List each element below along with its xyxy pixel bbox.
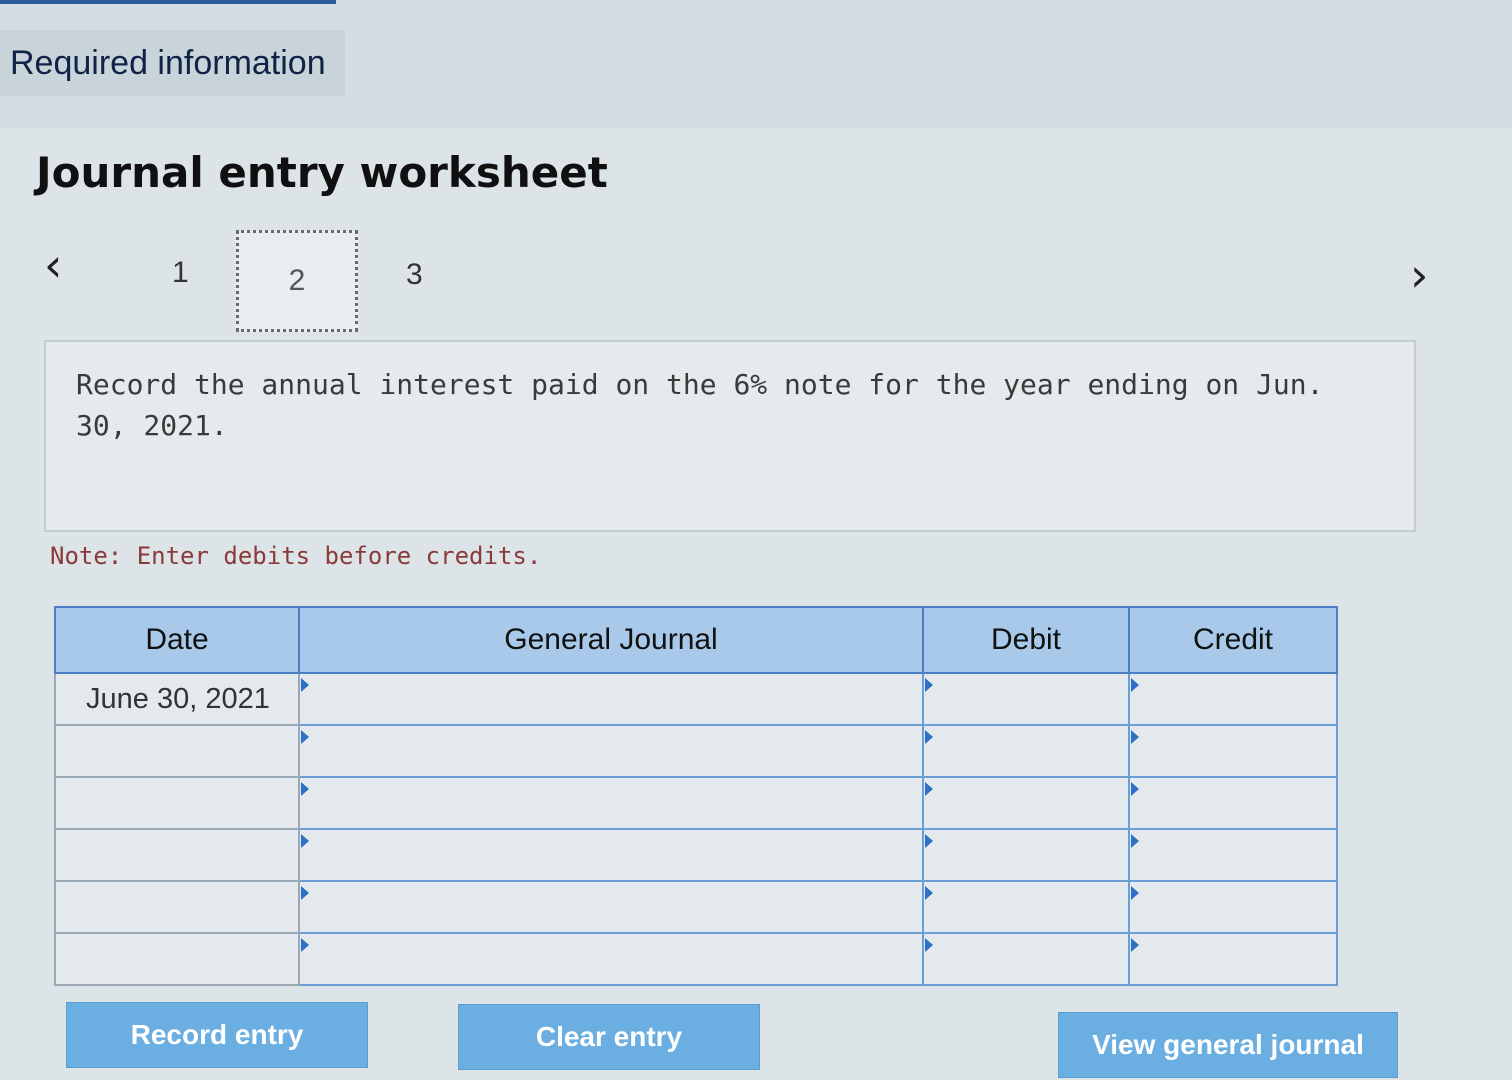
credit-input[interactable] bbox=[1128, 776, 1338, 830]
debit-input[interactable] bbox=[922, 672, 1130, 726]
chevron-right-icon[interactable]: › bbox=[1410, 252, 1428, 298]
credit-column-header: Credit bbox=[1128, 606, 1338, 674]
step-2-label: 2 bbox=[288, 264, 306, 297]
journal-table: Date General Journal Debit Credit June 3… bbox=[54, 606, 1338, 986]
table-row: June 30, 2021 bbox=[54, 672, 1338, 726]
account-input[interactable] bbox=[298, 776, 924, 830]
journal-header-row: Date General Journal Debit Credit bbox=[54, 606, 1338, 674]
account-input[interactable] bbox=[298, 932, 924, 986]
step-1-tab[interactable]: 1 bbox=[172, 256, 189, 290]
credit-input[interactable] bbox=[1128, 672, 1338, 726]
debit-column-header: Debit bbox=[922, 606, 1130, 674]
debit-input[interactable] bbox=[922, 776, 1130, 830]
top-accent-bar bbox=[0, 0, 336, 4]
date-column-header: Date bbox=[54, 606, 300, 674]
required-info-label: Required information bbox=[10, 43, 326, 82]
account-input[interactable] bbox=[298, 672, 924, 726]
table-row bbox=[54, 776, 1338, 830]
debit-input[interactable] bbox=[922, 932, 1130, 986]
journal-column-header: General Journal bbox=[298, 606, 924, 674]
date-cell bbox=[54, 776, 300, 830]
view-general-journal-button[interactable]: View general journal bbox=[1058, 1012, 1398, 1078]
credit-input[interactable] bbox=[1128, 932, 1338, 986]
table-row bbox=[54, 880, 1338, 934]
date-cell bbox=[54, 932, 300, 986]
credit-input[interactable] bbox=[1128, 724, 1338, 778]
debit-input[interactable] bbox=[922, 724, 1130, 778]
account-input[interactable] bbox=[298, 724, 924, 778]
table-row bbox=[54, 828, 1338, 882]
credit-input[interactable] bbox=[1128, 880, 1338, 934]
date-cell bbox=[54, 880, 300, 934]
credit-input[interactable] bbox=[1128, 828, 1338, 882]
instruction-box: Record the annual interest paid on the 6… bbox=[44, 340, 1416, 532]
account-input[interactable] bbox=[298, 880, 924, 934]
account-input[interactable] bbox=[298, 828, 924, 882]
step-3-tab[interactable]: 3 bbox=[406, 258, 423, 292]
table-row bbox=[54, 724, 1338, 778]
page-title: Journal entry worksheet bbox=[36, 148, 608, 197]
date-cell: June 30, 2021 bbox=[54, 672, 300, 726]
debit-input[interactable] bbox=[922, 880, 1130, 934]
instruction-text: Record the annual interest paid on the 6… bbox=[76, 368, 1324, 442]
clear-entry-button[interactable]: Clear entry bbox=[458, 1004, 760, 1070]
required-info-tab[interactable]: Required information bbox=[0, 30, 345, 96]
table-row bbox=[54, 932, 1338, 986]
step-2-tab-current[interactable]: 2 bbox=[236, 230, 358, 332]
chevron-left-icon[interactable]: ‹ bbox=[44, 242, 62, 288]
date-cell bbox=[54, 724, 300, 778]
note-text: Note: Enter debits before credits. bbox=[50, 542, 542, 570]
date-cell bbox=[54, 828, 300, 882]
debit-input[interactable] bbox=[922, 828, 1130, 882]
record-entry-button[interactable]: Record entry bbox=[66, 1002, 368, 1068]
